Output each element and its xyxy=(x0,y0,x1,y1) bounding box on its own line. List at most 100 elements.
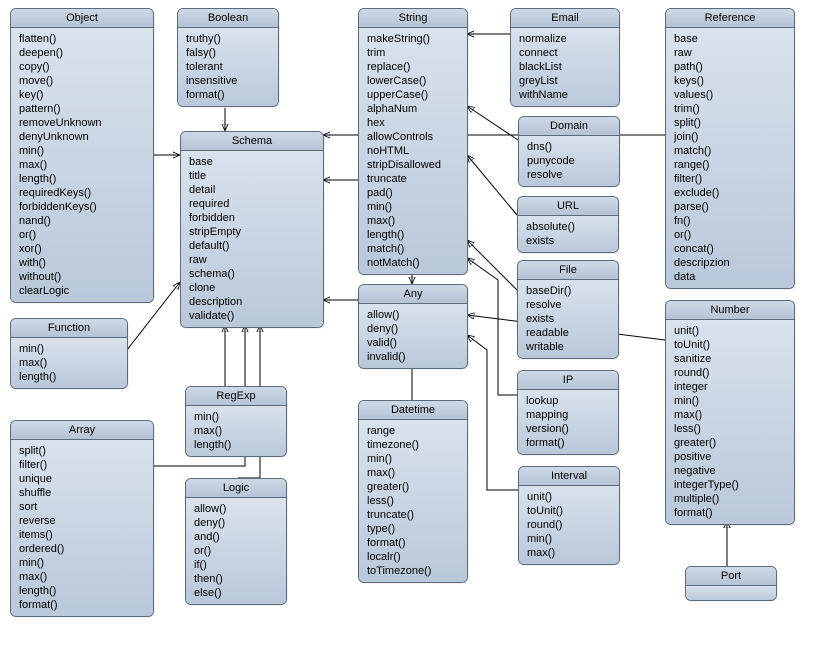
box-function-body: min()max()length() xyxy=(11,338,127,388)
box-function: Function min()max()length() xyxy=(10,318,128,389)
member-line: trim xyxy=(367,46,459,60)
member-line: resolve xyxy=(526,298,610,312)
member-line: absolute() xyxy=(526,220,610,234)
member-line: parse() xyxy=(674,200,786,214)
member-line: min() xyxy=(19,144,145,158)
box-schema-title: Schema xyxy=(181,132,323,151)
member-line: xor() xyxy=(19,242,145,256)
box-object: Object flatten()deepen()copy()move()key(… xyxy=(10,8,154,303)
member-line: exclude() xyxy=(674,186,786,200)
member-line: integerType() xyxy=(674,478,786,492)
member-line: denyUnknown xyxy=(19,130,145,144)
member-line: connect xyxy=(519,46,611,60)
member-line: greater() xyxy=(674,436,786,450)
member-line: truthy() xyxy=(186,32,270,46)
member-line: round() xyxy=(527,518,611,532)
member-line: truncate xyxy=(367,172,459,186)
member-line: length() xyxy=(19,584,145,598)
member-line: greater() xyxy=(367,480,459,494)
member-line: max() xyxy=(527,546,611,560)
member-line: normalize xyxy=(519,32,611,46)
member-line: clearLogic xyxy=(19,284,145,298)
member-line: alphaNum xyxy=(367,102,459,116)
member-line: validate() xyxy=(189,309,315,323)
member-line: if() xyxy=(194,558,278,572)
member-line: match() xyxy=(674,144,786,158)
member-line: max() xyxy=(19,158,145,172)
box-port: Port xyxy=(685,566,777,601)
member-line: descripzion xyxy=(674,256,786,270)
box-ip-body: lookupmappingversion()format() xyxy=(518,390,618,454)
member-line: sort xyxy=(19,500,145,514)
member-line: format() xyxy=(19,598,145,612)
member-line: and() xyxy=(194,530,278,544)
member-line: raw xyxy=(189,253,315,267)
member-line: min() xyxy=(367,200,459,214)
member-line: lowerCase() xyxy=(367,74,459,88)
member-line: hex xyxy=(367,116,459,130)
member-line: allow() xyxy=(194,502,278,516)
member-line: or() xyxy=(19,228,145,242)
member-line: move() xyxy=(19,74,145,88)
member-line: concat() xyxy=(674,242,786,256)
member-line: format() xyxy=(526,436,610,450)
edge-file-string xyxy=(467,240,517,290)
member-line: greyList xyxy=(519,74,611,88)
member-line: raw xyxy=(674,46,786,60)
member-line: upperCase() xyxy=(367,88,459,102)
edge-interval-any xyxy=(467,335,518,490)
box-file-body: baseDir()resolveexistsreadablewritable xyxy=(518,280,618,358)
box-logic-title: Logic xyxy=(186,479,286,498)
member-line: or() xyxy=(674,228,786,242)
member-line: clone xyxy=(189,281,315,295)
box-interval-title: Interval xyxy=(519,467,619,486)
member-line: exists xyxy=(526,234,610,248)
member-line: format() xyxy=(186,88,270,102)
member-line: toUnit() xyxy=(674,338,786,352)
member-line: deepen() xyxy=(19,46,145,60)
box-reference: Reference baserawpath()keys()values()tri… xyxy=(665,8,795,289)
member-line: deny() xyxy=(367,322,459,336)
box-number: Number unit()toUnit()sanitizeround()inte… xyxy=(665,300,795,525)
member-line: toUnit() xyxy=(527,504,611,518)
member-line: format() xyxy=(674,506,786,520)
member-line: copy() xyxy=(19,60,145,74)
member-line: description xyxy=(189,295,315,309)
member-line: allowControls xyxy=(367,130,459,144)
box-number-title: Number xyxy=(666,301,794,320)
box-boolean: Boolean truthy()falsy()tolerantinsensiti… xyxy=(177,8,279,107)
member-line: writable xyxy=(526,340,610,354)
member-line: min() xyxy=(527,532,611,546)
member-line: key() xyxy=(19,88,145,102)
member-line: less() xyxy=(674,422,786,436)
member-line: timezone() xyxy=(367,438,459,452)
box-domain: Domain dns()punycoderesolve xyxy=(518,116,620,187)
member-line: round() xyxy=(674,366,786,380)
box-logic-body: allow()deny()and()or()if()then()else() xyxy=(186,498,286,604)
member-line: deny() xyxy=(194,516,278,530)
edge-url-string xyxy=(467,155,517,215)
member-line: forbiddenKeys() xyxy=(19,200,145,214)
box-string-body: makeString()trimreplace()lowerCase()uppe… xyxy=(359,28,467,274)
member-line: positive xyxy=(674,450,786,464)
member-line: lookup xyxy=(526,394,610,408)
member-line: length() xyxy=(367,228,459,242)
box-datetime: Datetime rangetimezone()min()max()greate… xyxy=(358,400,468,583)
box-ip: IP lookupmappingversion()format() xyxy=(517,370,619,455)
member-line: version() xyxy=(526,422,610,436)
member-line: falsy() xyxy=(186,46,270,60)
box-any-title: Any xyxy=(359,285,467,304)
member-line: unique xyxy=(19,472,145,486)
member-line: filter() xyxy=(19,458,145,472)
box-array-title: Array xyxy=(11,421,153,440)
member-line: blackList xyxy=(519,60,611,74)
member-line: min() xyxy=(19,342,119,356)
member-line: forbidden xyxy=(189,211,315,225)
member-line: type() xyxy=(367,522,459,536)
member-line: base xyxy=(674,32,786,46)
member-line: max() xyxy=(19,356,119,370)
member-line: truncate() xyxy=(367,508,459,522)
member-line: removeUnknown xyxy=(19,116,145,130)
member-line: length() xyxy=(194,438,278,452)
member-line: baseDir() xyxy=(526,284,610,298)
